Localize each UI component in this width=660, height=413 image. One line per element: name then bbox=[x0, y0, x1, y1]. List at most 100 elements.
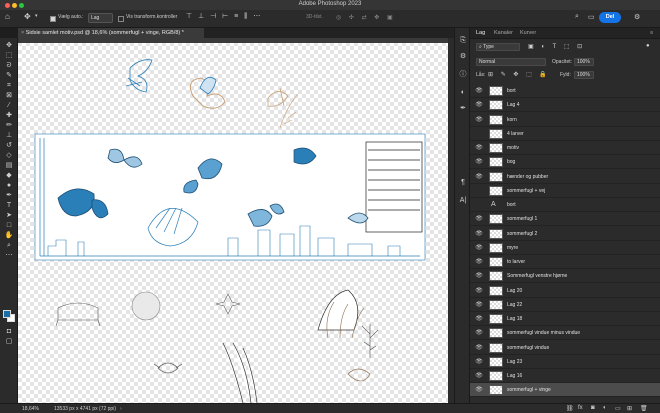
healing-brush-tool-icon[interactable]: ✚ bbox=[4, 112, 14, 120]
tab-channels[interactable]: Kanaler bbox=[494, 30, 513, 36]
hand-tool-icon[interactable]: ✋ bbox=[4, 232, 14, 240]
layer-row[interactable]: 👁 Lag 20 bbox=[470, 284, 660, 298]
brush-tool-icon[interactable]: ✏ bbox=[4, 122, 14, 130]
layer-row[interactable]: 👁 Lag 16 bbox=[470, 369, 660, 383]
layer-row[interactable]: 👁 bog bbox=[470, 155, 660, 170]
visibility-eye-icon[interactable]: 👁 bbox=[475, 230, 483, 238]
rectangle-tool-icon[interactable]: □ bbox=[4, 222, 14, 230]
brushes-panel-icon[interactable]: ✒ bbox=[458, 104, 468, 114]
layer-row[interactable]: Abort bbox=[470, 198, 660, 212]
3d-icons[interactable]: ◎ ✣ ⇄ ✥ ▣ bbox=[336, 14, 396, 21]
add-mask-icon[interactable]: ◙ bbox=[591, 405, 595, 411]
type-tool-icon[interactable]: T bbox=[4, 202, 14, 210]
visibility-eye-icon[interactable]: 👁 bbox=[475, 386, 483, 394]
layer-row[interactable]: 👁 korn bbox=[470, 113, 660, 127]
settings-icon[interactable]: ⚙ bbox=[634, 13, 640, 21]
adjustment-layer-icon[interactable]: ◐ bbox=[603, 405, 607, 411]
chevron-down-icon[interactable]: ▾ bbox=[35, 13, 38, 19]
foreground-color-swatch[interactable] bbox=[3, 310, 11, 318]
quick-select-tool-icon[interactable]: ✎ bbox=[4, 72, 14, 80]
new-group-icon[interactable]: ▭ bbox=[615, 405, 621, 412]
adjustments-panel-icon[interactable]: ◐ bbox=[458, 88, 468, 98]
more-tools-icon[interactable]: ⋯ bbox=[4, 252, 14, 260]
layer-row[interactable]: 👁 sommerfugl vindue minus vindue bbox=[470, 326, 660, 341]
visibility-eye-icon[interactable]: 👁 bbox=[475, 272, 483, 280]
character-panel-icon[interactable]: A| bbox=[458, 196, 468, 206]
layer-row[interactable]: 👁 myre bbox=[470, 241, 660, 255]
panel-menu-icon[interactable]: ≡ bbox=[650, 30, 653, 36]
visibility-eye-icon[interactable]: 👁 bbox=[475, 315, 483, 323]
layer-row[interactable]: 👁 sommerfugl vindue bbox=[470, 341, 660, 355]
visibility-eye-icon[interactable] bbox=[475, 130, 483, 138]
gradient-tool-icon[interactable]: ▤ bbox=[4, 162, 14, 170]
visibility-eye-icon[interactable] bbox=[475, 201, 483, 209]
layer-filter-dropdown[interactable]: ⌕ Type bbox=[476, 43, 520, 51]
layer-row[interactable]: 👁 to larver bbox=[470, 255, 660, 269]
transform-controls-checkbox[interactable] bbox=[118, 16, 124, 22]
visibility-eye-icon[interactable]: 👁 bbox=[475, 329, 483, 337]
visibility-eye-icon[interactable] bbox=[475, 187, 483, 195]
layer-style-icon[interactable]: fx bbox=[578, 405, 583, 411]
home-icon[interactable]: ⌂ bbox=[5, 12, 10, 21]
history-brush-tool-icon[interactable]: ↺ bbox=[4, 142, 14, 150]
artboard-tool-icon[interactable]: ⬚ bbox=[4, 52, 14, 60]
visibility-eye-icon[interactable]: 👁 bbox=[475, 301, 483, 309]
pen-tool-icon[interactable]: ✒ bbox=[4, 192, 14, 200]
visibility-eye-icon[interactable]: 👁 bbox=[475, 116, 483, 124]
visibility-eye-icon[interactable]: 👁 bbox=[475, 258, 483, 266]
frame-tool-icon[interactable]: ⊠ bbox=[4, 92, 14, 100]
search-icon[interactable]: ⌕ bbox=[575, 13, 579, 21]
canvas-area[interactable] bbox=[18, 38, 454, 403]
workspace-icon[interactable]: ▭ bbox=[588, 13, 595, 21]
chevron-right-icon[interactable]: › bbox=[120, 406, 122, 412]
tab-layers[interactable]: Lag bbox=[476, 30, 485, 36]
visibility-eye-icon[interactable]: 👁 bbox=[475, 372, 483, 380]
layer-row[interactable]: 👁 Lag 18 bbox=[470, 312, 660, 326]
visibility-eye-icon[interactable]: 👁 bbox=[475, 87, 483, 95]
layer-row[interactable]: 👁 Sommerfugl venstre hjørne bbox=[470, 269, 660, 284]
visibility-eye-icon[interactable]: 👁 bbox=[475, 287, 483, 295]
zoom-tool-icon[interactable]: ⌕ bbox=[4, 242, 14, 250]
tab-paths[interactable]: Kurver bbox=[520, 30, 536, 36]
visibility-eye-icon[interactable]: 👁 bbox=[475, 173, 483, 181]
layer-row[interactable]: 👁 sommerfugl + vinge bbox=[470, 383, 660, 398]
lasso-tool-icon[interactable]: ᘐ bbox=[4, 62, 14, 70]
move-tool-icon[interactable]: ✥ bbox=[4, 42, 14, 50]
visibility-eye-icon[interactable]: 👁 bbox=[475, 158, 483, 166]
layer-row[interactable]: 👁 bort bbox=[470, 84, 660, 98]
visibility-eye-icon[interactable]: 👁 bbox=[475, 144, 483, 152]
path-selection-tool-icon[interactable]: ➤ bbox=[4, 212, 14, 220]
layer-row[interactable]: 👁 Lag 4 bbox=[470, 98, 660, 113]
move-tool-icon[interactable]: ✥ bbox=[24, 12, 31, 21]
link-layers-icon[interactable]: ⛓ bbox=[566, 405, 574, 412]
layer-row[interactable]: 👁 hænder og pubber bbox=[470, 170, 660, 184]
layer-row[interactable]: sommerfugl + vej bbox=[470, 184, 660, 198]
delete-layer-icon[interactable]: 🗑 bbox=[640, 405, 648, 412]
properties-panel-icon[interactable]: ⚙ bbox=[458, 52, 468, 62]
visibility-eye-icon[interactable]: 👁 bbox=[475, 244, 483, 252]
visibility-eye-icon[interactable]: 👁 bbox=[475, 344, 483, 352]
visibility-eye-icon[interactable]: 👁 bbox=[475, 215, 483, 223]
filter-toggle-icon[interactable]: ● bbox=[646, 43, 650, 49]
document-tab[interactable]: × Sidsie samlet motiv.psd @ 18,6% (somme… bbox=[18, 28, 204, 38]
clone-stamp-tool-icon[interactable]: ⊥ bbox=[4, 132, 14, 140]
quick-mask-icon[interactable]: ◘ bbox=[4, 328, 14, 336]
screen-mode-icon[interactable]: ▢ bbox=[4, 338, 14, 346]
opacity-field[interactable]: 100% bbox=[574, 58, 594, 66]
blend-mode-dropdown[interactable]: Normal bbox=[476, 58, 546, 66]
layer-row[interactable]: 👁 Lag 22 bbox=[470, 298, 660, 312]
visibility-eye-icon[interactable]: 👁 bbox=[475, 101, 483, 109]
align-icons[interactable]: ⊤ ⊥ ⊣ ⊢ ≡ ⫼ ⋯ bbox=[186, 12, 262, 21]
fill-field[interactable]: 100% bbox=[574, 71, 594, 79]
lock-icons[interactable]: ⊞ ✎ ✥ ⬚ 🔒 bbox=[488, 71, 550, 78]
history-panel-icon[interactable]: ⎘ bbox=[458, 36, 468, 46]
new-layer-icon[interactable]: ⊞ bbox=[627, 405, 632, 412]
crop-tool-icon[interactable]: ⌗ bbox=[4, 82, 14, 90]
layer-row[interactable]: 👁 sommerfugl 2 bbox=[470, 227, 660, 241]
eraser-tool-icon[interactable]: ◇ bbox=[4, 152, 14, 160]
paragraph-panel-icon[interactable]: ¶ bbox=[458, 178, 468, 188]
autoselect-dropdown[interactable]: Lag bbox=[88, 13, 113, 23]
share-button[interactable]: Del bbox=[599, 12, 621, 23]
eyedropper-tool-icon[interactable]: ⁄ bbox=[4, 102, 14, 110]
zoom-level[interactable]: 18,64% bbox=[22, 406, 39, 412]
